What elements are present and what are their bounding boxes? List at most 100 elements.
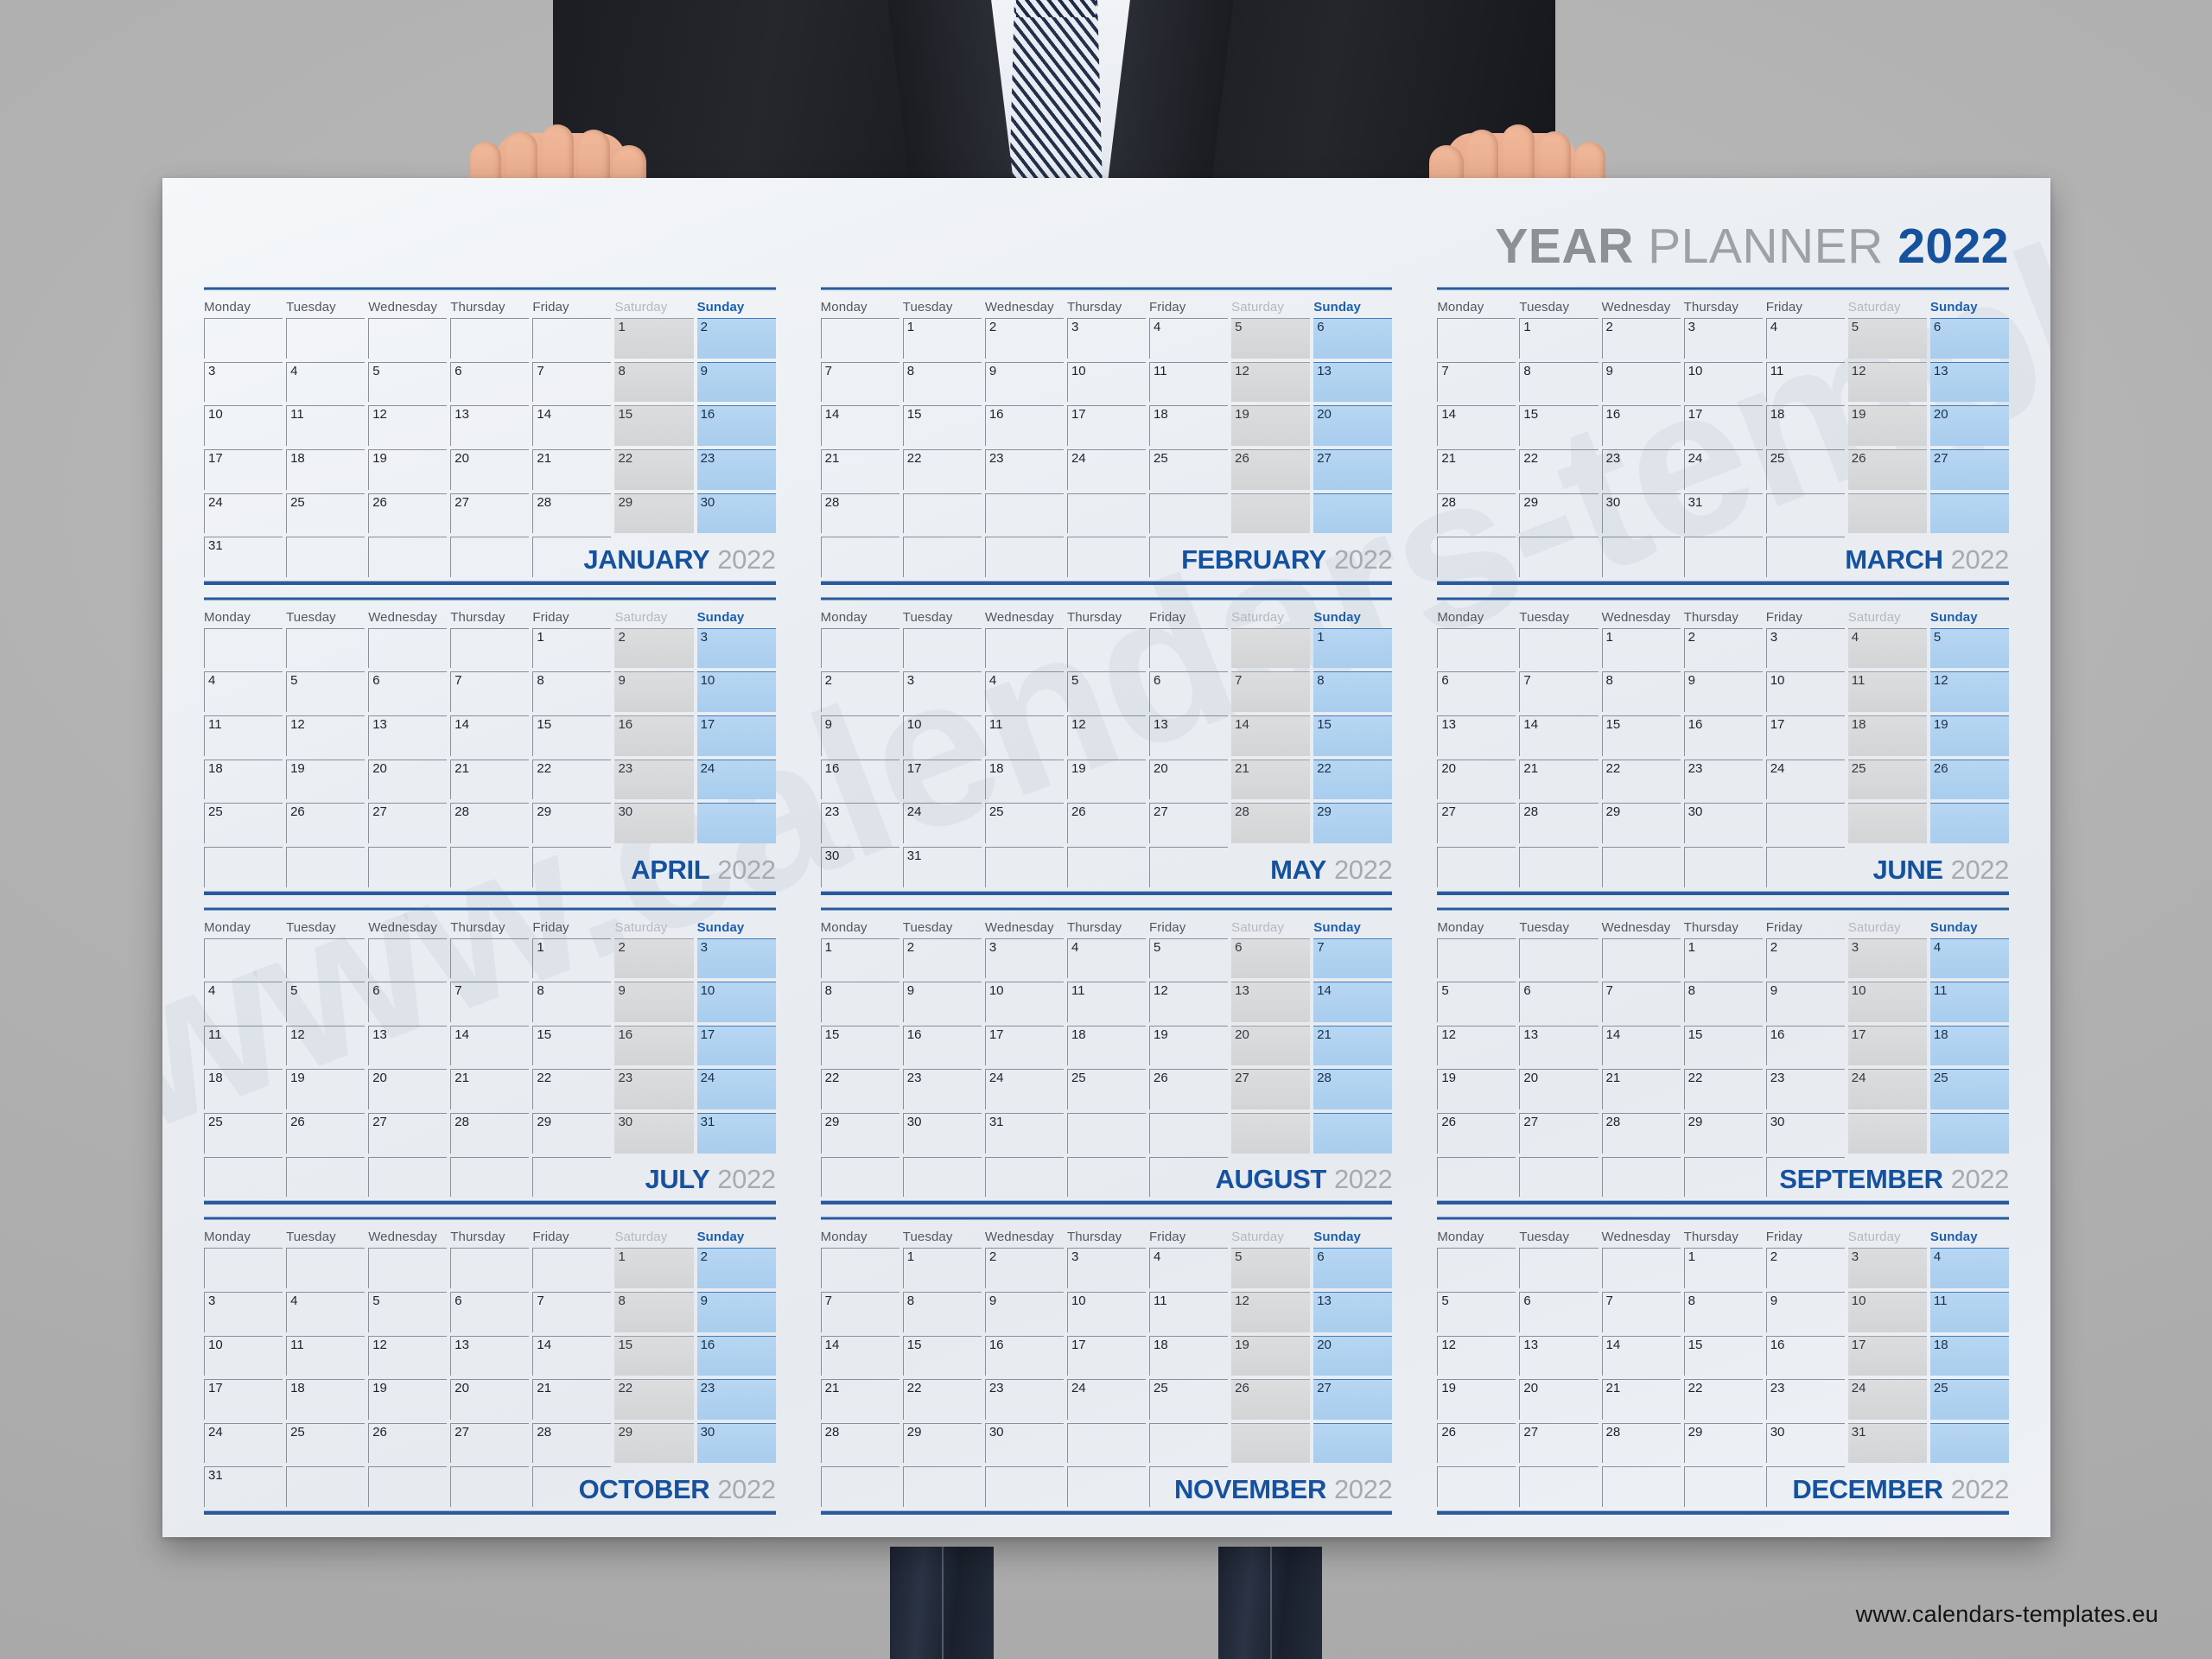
day-cell[interactable]: 27 xyxy=(1437,803,1516,843)
day-cell[interactable] xyxy=(286,318,365,359)
day-cell[interactable]: 23 xyxy=(1601,448,1681,490)
day-cell[interactable] xyxy=(984,537,1064,577)
day-cell[interactable] xyxy=(1066,627,1147,669)
day-cell[interactable]: 22 xyxy=(614,448,694,490)
day-cell[interactable]: 22 xyxy=(614,1379,694,1420)
day-cell[interactable]: 26 xyxy=(1149,1069,1229,1109)
day-cell[interactable]: 24 xyxy=(1066,448,1147,490)
day-cell[interactable]: 13 xyxy=(1929,361,2009,403)
day-cell[interactable]: 5 xyxy=(1231,318,1311,359)
day-cell[interactable]: 10 xyxy=(1847,1291,1927,1332)
day-cell[interactable]: 10 xyxy=(902,715,982,756)
day-cell[interactable]: 21 xyxy=(820,448,899,490)
day-cell[interactable]: 8 xyxy=(532,671,612,712)
day-cell[interactable]: 18 xyxy=(1929,1335,2009,1376)
day-cell[interactable]: 24 xyxy=(1847,1379,1927,1420)
day-cell[interactable]: 18 xyxy=(286,1379,365,1420)
day-cell[interactable]: 16 xyxy=(1683,715,1763,756)
day-cell[interactable]: 6 xyxy=(1149,671,1229,712)
day-cell[interactable]: 25 xyxy=(1149,448,1229,490)
day-cell[interactable]: 31 xyxy=(984,1113,1064,1154)
day-cell[interactable] xyxy=(1231,1422,1311,1464)
day-cell[interactable]: 9 xyxy=(1601,361,1681,403)
day-cell[interactable] xyxy=(1847,803,1927,843)
day-cell[interactable] xyxy=(820,1466,899,1507)
day-cell[interactable]: 15 xyxy=(532,715,612,756)
day-cell[interactable]: 28 xyxy=(1601,1422,1681,1464)
day-cell[interactable]: 24 xyxy=(1066,1379,1147,1420)
day-cell[interactable]: 11 xyxy=(1149,361,1229,403)
day-cell[interactable] xyxy=(1683,537,1763,577)
day-cell[interactable]: 25 xyxy=(286,493,365,534)
day-cell[interactable]: 11 xyxy=(1847,671,1927,712)
day-cell[interactable]: 20 xyxy=(1929,405,2009,446)
day-cell[interactable] xyxy=(984,493,1064,534)
day-cell[interactable]: 16 xyxy=(820,759,899,800)
day-cell[interactable]: 12 xyxy=(1929,671,2009,712)
day-cell[interactable]: 27 xyxy=(1313,1379,1393,1420)
day-cell[interactable]: 15 xyxy=(532,1025,612,1066)
day-cell[interactable]: 24 xyxy=(1683,448,1763,490)
day-cell[interactable]: 28 xyxy=(1231,803,1311,843)
day-cell[interactable]: 30 xyxy=(902,1113,982,1154)
day-cell[interactable]: 1 xyxy=(1519,318,1599,359)
day-cell[interactable]: 24 xyxy=(204,493,283,534)
day-cell[interactable]: 27 xyxy=(1519,1113,1599,1154)
day-cell[interactable]: 4 xyxy=(1149,318,1229,359)
day-cell[interactable] xyxy=(450,1466,530,1507)
day-cell[interactable]: 30 xyxy=(820,846,899,887)
day-cell[interactable]: 27 xyxy=(450,1422,530,1464)
day-cell[interactable]: 5 xyxy=(1231,1248,1311,1288)
day-cell[interactable]: 1 xyxy=(532,627,612,669)
day-cell[interactable] xyxy=(532,1156,612,1198)
day-cell[interactable]: 1 xyxy=(532,938,612,979)
day-cell[interactable]: 3 xyxy=(204,361,283,403)
day-cell[interactable]: 11 xyxy=(204,715,283,756)
day-cell[interactable]: 20 xyxy=(450,448,530,490)
day-cell[interactable]: 29 xyxy=(532,1113,612,1154)
day-cell[interactable] xyxy=(368,318,448,359)
day-cell[interactable]: 21 xyxy=(532,448,612,490)
day-cell[interactable] xyxy=(1437,846,1516,887)
day-cell[interactable]: 9 xyxy=(1765,1291,1845,1332)
day-cell[interactable] xyxy=(1437,627,1516,669)
day-cell[interactable]: 2 xyxy=(1683,627,1763,669)
day-cell[interactable]: 29 xyxy=(820,1113,899,1154)
day-cell[interactable]: 22 xyxy=(532,1069,612,1109)
day-cell[interactable]: 18 xyxy=(204,759,283,800)
day-cell[interactable] xyxy=(450,537,530,577)
day-cell[interactable] xyxy=(1231,627,1311,669)
day-cell[interactable]: 20 xyxy=(368,759,448,800)
day-cell[interactable]: 14 xyxy=(1601,1025,1681,1066)
day-cell[interactable] xyxy=(1231,493,1311,534)
day-cell[interactable] xyxy=(1437,1248,1516,1288)
day-cell[interactable]: 22 xyxy=(1313,759,1393,800)
day-cell[interactable] xyxy=(368,938,448,979)
day-cell[interactable]: 20 xyxy=(1313,405,1393,446)
day-cell[interactable]: 16 xyxy=(696,1335,776,1376)
day-cell[interactable] xyxy=(820,627,899,669)
day-cell[interactable] xyxy=(820,318,899,359)
day-cell[interactable]: 26 xyxy=(368,1422,448,1464)
day-cell[interactable]: 3 xyxy=(1683,318,1763,359)
day-cell[interactable]: 17 xyxy=(1683,405,1763,446)
day-cell[interactable]: 22 xyxy=(1683,1379,1763,1420)
day-cell[interactable]: 28 xyxy=(820,493,899,534)
day-cell[interactable] xyxy=(532,1466,612,1507)
day-cell[interactable]: 24 xyxy=(696,759,776,800)
day-cell[interactable]: 10 xyxy=(984,982,1064,1022)
day-cell[interactable]: 26 xyxy=(1231,1379,1311,1420)
day-cell[interactable]: 30 xyxy=(1601,493,1681,534)
day-cell[interactable] xyxy=(1519,846,1599,887)
day-cell[interactable]: 11 xyxy=(286,1335,365,1376)
day-cell[interactable]: 12 xyxy=(286,1025,365,1066)
day-cell[interactable] xyxy=(450,1156,530,1198)
day-cell[interactable]: 4 xyxy=(1765,318,1845,359)
day-cell[interactable]: 1 xyxy=(902,1248,982,1288)
day-cell[interactable] xyxy=(1519,627,1599,669)
day-cell[interactable]: 16 xyxy=(1765,1335,1845,1376)
day-cell[interactable]: 18 xyxy=(1929,1025,2009,1066)
day-cell[interactable]: 7 xyxy=(1313,938,1393,979)
day-cell[interactable]: 28 xyxy=(532,493,612,534)
day-cell[interactable]: 27 xyxy=(1519,1422,1599,1464)
